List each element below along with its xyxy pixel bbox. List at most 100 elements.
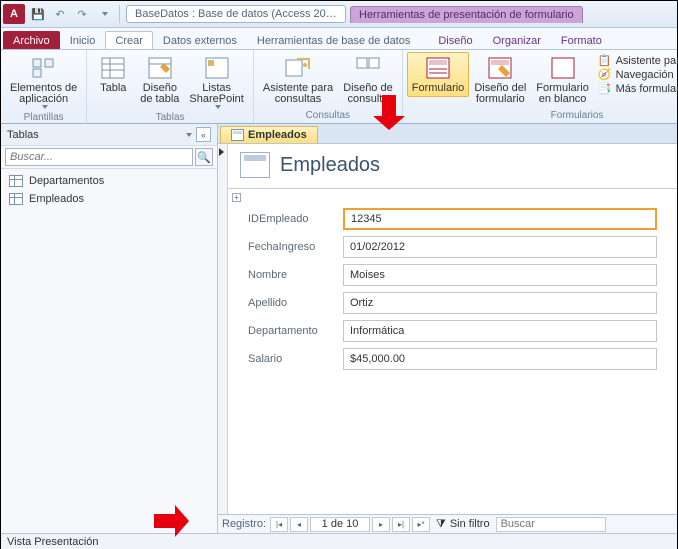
app-icon: A: [3, 4, 25, 24]
form-view: Empleados + IDEmpleado FechaIngreso Nombre…: [218, 144, 677, 514]
query-design-icon: [354, 55, 382, 81]
table-label: Tabla: [100, 83, 126, 94]
field-row: FechaIngreso: [248, 236, 657, 258]
more-forms-label: Más formularios: [616, 83, 678, 95]
app-parts-icon: [30, 55, 58, 81]
query-wizard-icon: [284, 55, 312, 81]
tab-organize[interactable]: Organizar: [483, 31, 551, 49]
field-input-departamento[interactable]: [343, 320, 657, 342]
tab-design[interactable]: Diseño: [428, 31, 482, 49]
tab-create[interactable]: Crear: [105, 31, 153, 49]
nav-item-label: Empleados: [29, 193, 84, 205]
nav-item-empleados[interactable]: Empleados: [5, 190, 213, 208]
sharepoint-label: Listas SharePoint: [189, 83, 243, 105]
field-input-apellido[interactable]: [343, 292, 657, 314]
query-design-label: Diseño de consulta: [343, 83, 393, 105]
field-input-salario[interactable]: [343, 348, 657, 370]
form-icon: [424, 55, 452, 81]
query-wizard-label: Asistente para consultas: [263, 83, 333, 105]
table-icon: [9, 175, 23, 187]
navigation-pane: Tablas « 🔍 Departamentos Empleados: [1, 124, 218, 533]
nav-dropdown-icon[interactable]: [186, 133, 192, 137]
doc-tab-empleados[interactable]: Empleados: [220, 126, 318, 143]
form-button[interactable]: Formulario: [407, 52, 470, 97]
app-parts-label: Elementos de aplicación: [10, 83, 77, 105]
field-row: Departamento: [248, 320, 657, 342]
field-row: Salario: [248, 348, 657, 370]
sharepoint-lists-button[interactable]: Listas SharePoint: [184, 52, 248, 112]
search-icon[interactable]: 🔍: [195, 148, 213, 166]
field-input-fechaingreso[interactable]: [343, 236, 657, 258]
field-label: FechaIngreso: [248, 241, 343, 253]
table-icon: [9, 193, 23, 205]
tab-format[interactable]: Formato: [551, 31, 612, 49]
recnav-search-input[interactable]: [496, 517, 606, 532]
field-row: Apellido: [248, 292, 657, 314]
more-forms-button[interactable]: 📑 Más formularios: [598, 82, 678, 95]
field-label: Departamento: [248, 325, 343, 337]
tab-external-data[interactable]: Datos externos: [153, 31, 247, 49]
navigation-label: Navegación: [616, 69, 674, 81]
navigation-icon: 🧭: [598, 68, 612, 81]
record-navigator: Registro: |◂ ◂ 1 de 10 ▸ ▸| ▸* ⧩ Sin fil…: [218, 514, 677, 533]
navigation-button[interactable]: 🧭 Navegación: [598, 68, 678, 81]
form-design-button[interactable]: Diseño del formulario: [469, 52, 531, 108]
more-forms-icon: 📑: [598, 82, 612, 95]
next-record-button[interactable]: ▸: [372, 517, 390, 532]
nav-item-departamentos[interactable]: Departamentos: [5, 172, 213, 190]
field-input-idempleado[interactable]: [343, 208, 657, 230]
table-icon: [99, 55, 127, 81]
form-icon: [231, 129, 244, 141]
current-record-indicator-icon: [219, 148, 224, 156]
filter-indicator[interactable]: ⧩ Sin filtro: [436, 518, 490, 531]
last-record-button[interactable]: ▸|: [392, 517, 410, 532]
nav-header-label: Tablas: [7, 129, 39, 141]
app-parts-button[interactable]: Elementos de aplicación: [5, 52, 82, 112]
group-forms-label: Formularios: [407, 110, 678, 123]
table-button[interactable]: Tabla: [91, 52, 135, 97]
tab-home[interactable]: Inicio: [60, 31, 106, 49]
doc-tab-label: Empleados: [248, 129, 307, 141]
ribbon: Elementos de aplicación Plantillas Tabla…: [1, 50, 677, 124]
document-tabs: Empleados: [218, 124, 677, 144]
tab-database-tools[interactable]: Herramientas de base de datos: [247, 31, 420, 49]
undo-icon[interactable]: ↶: [51, 5, 69, 23]
record-position[interactable]: 1 de 10: [310, 517, 370, 532]
filter-label: Sin filtro: [450, 518, 490, 530]
table-design-icon: [146, 55, 174, 81]
blank-form-button[interactable]: Formulario en blanco: [531, 52, 594, 108]
form-label: Formulario: [412, 83, 465, 94]
field-row: IDEmpleado: [248, 208, 657, 230]
first-record-button[interactable]: |◂: [270, 517, 288, 532]
field-label: Nombre: [248, 269, 343, 281]
save-icon[interactable]: 💾: [29, 5, 47, 23]
form-design-icon: [486, 55, 514, 81]
form-wizard-button[interactable]: 📋Asistente para formularios: [598, 54, 678, 67]
new-record-button[interactable]: ▸*: [412, 517, 430, 532]
form-title: Empleados: [280, 154, 380, 177]
nav-collapse-icon[interactable]: «: [196, 127, 211, 142]
expand-subform-icon[interactable]: +: [232, 193, 241, 202]
field-input-nombre[interactable]: [343, 264, 657, 286]
filter-icon: ⧩: [436, 518, 446, 531]
query-design-button[interactable]: Diseño de consulta: [338, 52, 398, 108]
window-title: BaseDatos : Base de datos (Access 2007 -…: [126, 5, 346, 23]
tab-file[interactable]: Archivo: [3, 31, 60, 49]
field-label: IDEmpleado: [248, 213, 343, 225]
nav-search-input[interactable]: [5, 148, 193, 166]
status-bar: Vista Presentación: [1, 533, 677, 549]
record-selector-bar[interactable]: [218, 144, 228, 514]
field-row: Nombre: [248, 264, 657, 286]
contextual-tab-label: Herramientas de presentación de formular…: [350, 6, 583, 23]
blank-form-label: Formulario en blanco: [536, 83, 589, 105]
table-design-label: Diseño de tabla: [140, 83, 179, 105]
redo-icon[interactable]: ↷: [73, 5, 91, 23]
query-wizard-button[interactable]: Asistente para consultas: [258, 52, 338, 108]
prev-record-button[interactable]: ◂: [290, 517, 308, 532]
nav-search: 🔍: [1, 146, 217, 169]
table-design-button[interactable]: Diseño de tabla: [135, 52, 184, 108]
nav-item-label: Departamentos: [29, 175, 104, 187]
nav-header[interactable]: Tablas «: [1, 124, 217, 146]
sharepoint-icon: [203, 55, 231, 81]
qat-customize-icon[interactable]: [95, 5, 113, 23]
